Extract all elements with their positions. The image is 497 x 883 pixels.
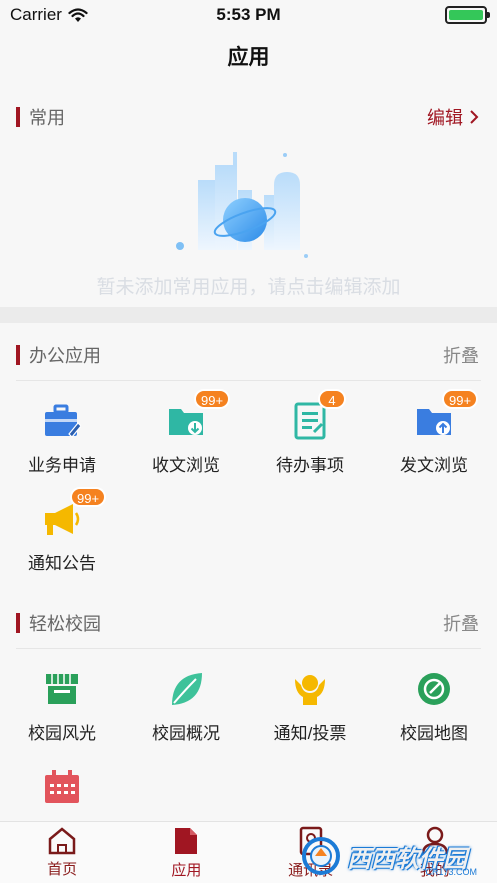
folder-upload-icon xyxy=(417,409,451,435)
office-item-announcements[interactable]: 99+ 通知公告 xyxy=(0,479,124,577)
campus-section-title: 轻松校园 xyxy=(29,614,101,634)
common-section-header: 常用 编辑 xyxy=(0,92,497,142)
empty-state-text: 暂未添加常用应用，请点击编辑添加 xyxy=(96,277,401,298)
wifi-icon xyxy=(68,7,88,22)
tab-apps[interactable]: 应用 xyxy=(124,822,248,883)
office-item-todo[interactable]: 4 待办事项 xyxy=(248,381,372,479)
office-item-label: 收文浏览 xyxy=(152,456,220,475)
vote-hands-icon xyxy=(295,675,325,705)
campus-section-header: 轻松校园 折叠 xyxy=(0,598,497,648)
campus-item-overview[interactable]: 校园概况 xyxy=(124,649,248,747)
carrier-label: Carrier xyxy=(10,5,62,24)
storefront-icon xyxy=(46,674,78,704)
badge-count: 4 xyxy=(318,389,346,409)
common-section-title: 常用 xyxy=(29,108,65,128)
office-section: 办公应用 折叠 业务申请 99+ 收文浏览 4 待办事项 99+ 发文浏览 99… xyxy=(0,330,497,592)
apps-icon xyxy=(175,827,198,854)
office-section-header: 办公应用 折叠 xyxy=(0,330,497,380)
campus-item-label: 校园地图 xyxy=(400,724,468,743)
office-fold-button[interactable]: 折叠 xyxy=(443,342,479,368)
leaf-icon xyxy=(172,673,202,705)
edit-button-label: 编辑 xyxy=(427,108,463,128)
empty-state-illustration xyxy=(176,152,308,258)
map-compass-icon xyxy=(418,673,450,705)
section-marker xyxy=(16,345,20,365)
watermark: 西西软件园 CR173.COM xyxy=(301,833,491,879)
badge-count: 99+ xyxy=(70,487,107,507)
office-item-label: 发文浏览 xyxy=(400,456,468,475)
office-item-label: 待办事项 xyxy=(276,456,344,475)
section-marker xyxy=(16,613,20,633)
folder-download-icon xyxy=(169,409,203,435)
watermark-logo-icon xyxy=(302,837,340,875)
chevron-right-icon xyxy=(470,110,479,124)
campus-item-vote[interactable]: 通知/投票 xyxy=(248,649,372,747)
campus-item-label: 校园概况 xyxy=(152,724,220,743)
watermark-url: CR173.COM xyxy=(425,867,477,877)
campus-item-label: 校园风光 xyxy=(28,724,96,743)
campus-item-scenery[interactable]: 校园风光 xyxy=(0,649,124,747)
tab-label: 应用 xyxy=(171,861,202,879)
campus-item-label: 通知/投票 xyxy=(273,724,347,743)
campus-section: 轻松校园 折叠 校园风光 校园概况 通知/投票 校园地图 xyxy=(0,598,497,823)
briefcase-edit-icon xyxy=(45,404,81,438)
document-list-icon xyxy=(294,402,326,440)
status-left: Carrier xyxy=(10,5,88,25)
page-title: 应用 xyxy=(227,46,270,69)
nav-bar: 应用 xyxy=(0,30,497,82)
status-time: 5:53 PM xyxy=(216,5,281,24)
office-item-label: 业务申请 xyxy=(28,456,96,475)
battery-icon xyxy=(445,6,490,24)
section-marker xyxy=(16,107,20,127)
calendar-icon xyxy=(45,770,79,803)
office-item-business-apply[interactable]: 业务申请 xyxy=(0,381,124,479)
office-item-label: 通知公告 xyxy=(28,554,96,573)
office-item-incoming-docs[interactable]: 99+ 收文浏览 xyxy=(124,381,248,479)
tab-home[interactable]: 首页 xyxy=(0,822,124,883)
tab-label: 首页 xyxy=(47,860,78,878)
edit-button[interactable]: 编辑 xyxy=(427,104,479,130)
campus-grid: 校园风光 校园概况 通知/投票 校园地图 xyxy=(0,649,497,845)
badge-count: 99+ xyxy=(194,389,231,409)
office-section-title: 办公应用 xyxy=(29,346,101,366)
badge-count: 99+ xyxy=(442,389,479,409)
campus-fold-button[interactable]: 折叠 xyxy=(443,610,479,636)
section-divider xyxy=(0,307,497,323)
office-item-outgoing-docs[interactable]: 99+ 发文浏览 xyxy=(372,381,496,479)
status-bar: Carrier 5:53 PM xyxy=(0,0,497,30)
home-icon xyxy=(48,826,76,854)
office-grid: 业务申请 99+ 收文浏览 4 待办事项 99+ 发文浏览 99+ 通知公告 xyxy=(0,381,497,577)
campus-item-map[interactable]: 校园地图 xyxy=(372,649,496,747)
megaphone-icon xyxy=(45,504,80,535)
